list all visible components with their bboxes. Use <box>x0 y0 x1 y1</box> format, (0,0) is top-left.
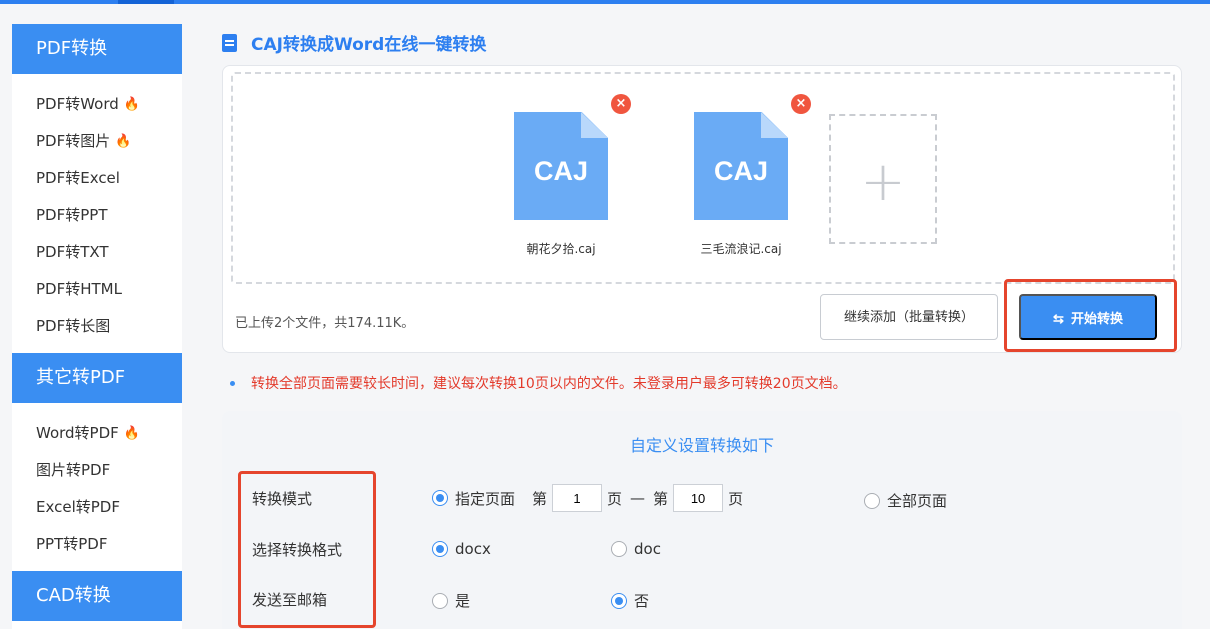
highlight-settings-labels-box <box>238 471 376 628</box>
sidebar-item-pdf-to-ppt[interactable]: PDF转PPT <box>36 197 182 234</box>
fire-icon: 🔥 <box>115 134 132 149</box>
file-fold-icon <box>761 112 788 138</box>
file-type-label: CAJ <box>533 156 588 186</box>
format-doc-option[interactable]: doc <box>611 540 661 558</box>
top-nav-bar <box>0 0 1210 4</box>
file-name: 朝花夕拾.caj <box>526 242 596 256</box>
email-no-option[interactable]: 否 <box>611 590 649 611</box>
sidebar-item-label: PDF转Excel <box>36 169 120 187</box>
radio-all-pages[interactable] <box>864 492 880 509</box>
settings-title: 自定义设置转换如下 <box>629 436 774 455</box>
sidebar-item-word-to-pdf[interactable]: Word转PDF 🔥 <box>36 415 182 452</box>
radio-label: doc <box>634 540 661 558</box>
sidebar-list-pdf-convert: PDF转Word 🔥 PDF转图片 🔥 PDF转Excel PDF转PPT PDF转… <box>12 74 182 353</box>
sidebar-item-label: Excel转PDF <box>36 498 120 516</box>
radio-label: 是 <box>455 592 471 610</box>
remove-file-icon[interactable]: × <box>791 94 811 114</box>
radio-email-no[interactable] <box>611 592 627 609</box>
remove-file-icon[interactable]: × <box>611 94 631 114</box>
format-docx-option[interactable]: docx <box>432 540 491 558</box>
sidebar-item-pdf-to-excel[interactable]: PDF转Excel <box>36 160 182 197</box>
file-type-label: CAJ <box>713 156 768 186</box>
from-page-prefix: 第 <box>532 489 548 508</box>
radio-label: 全部页面 <box>887 492 948 510</box>
to-page-input[interactable] <box>673 484 724 512</box>
sidebar-section-pdf-convert[interactable]: PDF转换 <box>12 24 182 74</box>
sidebar-section-other-to-pdf[interactable]: 其它转PDF <box>12 353 182 403</box>
upload-summary: 已上传2个文件，共174.11K。 <box>235 316 415 331</box>
sidebar-item-pdf-to-html[interactable]: PDF转HTML <box>36 271 182 308</box>
sidebar-item-pdf-to-word[interactable]: PDF转Word 🔥 <box>36 86 182 123</box>
page-title-text: CAJ转换成Word在线一键转换 <box>251 35 487 55</box>
sidebar-item-label: PDF转长图 <box>36 317 111 335</box>
sidebar-item-label: PDF转TXT <box>36 243 109 261</box>
sidebar-item-label: Word转PDF <box>36 424 119 442</box>
notice-text: 转换全部页面需要较长时间，建议每次转换10页以内的文件。未登录用户最多可转换20… <box>251 376 847 392</box>
fire-icon: 🔥 <box>123 97 140 112</box>
to-page-suffix: 页 <box>728 489 744 508</box>
caj-file-icon: CAJ <box>514 112 608 220</box>
add-file-button[interactable]: + <box>829 114 937 244</box>
radio-label: docx <box>455 540 491 558</box>
file-dropzone[interactable]: CAJ × 朝花夕拾.caj CAJ × 三毛流浪记.caj + <box>231 72 1175 284</box>
fire-icon: 🔥 <box>123 426 140 441</box>
mode-specified-option[interactable]: 指定页面 第 页 — 第 页 <box>432 484 743 512</box>
sidebar-item-label: PDF转图片 <box>36 132 111 150</box>
radio-doc[interactable] <box>611 541 627 557</box>
conversion-notice: 转换全部页面需要较长时间，建议每次转换10页以内的文件。未登录用户最多可转换20… <box>230 373 847 393</box>
sidebar-item-image-to-pdf[interactable]: 图片转PDF <box>36 452 182 489</box>
sidebar-item-ppt-to-pdf[interactable]: PPT转PDF <box>36 526 182 563</box>
sidebar-item-pdf-to-txt[interactable]: PDF转TXT <box>36 234 182 271</box>
sidebar-item-excel-to-pdf[interactable]: Excel转PDF <box>36 489 182 526</box>
uploaded-file-1[interactable]: CAJ × 朝花夕拾.caj <box>501 94 631 257</box>
radio-email-yes[interactable] <box>432 592 448 609</box>
sidebar-item-label: PDF转Word <box>36 95 119 113</box>
to-page-prefix: 第 <box>653 489 669 508</box>
sidebar-list-other-to-pdf: Word转PDF 🔥 图片转PDF Excel转PDF PPT转PDF <box>12 403 182 571</box>
file-name: 三毛流浪记.caj <box>700 242 782 256</box>
from-page-input[interactable] <box>552 484 603 512</box>
caj-file-icon: CAJ <box>694 112 788 220</box>
email-yes-option[interactable]: 是 <box>432 590 470 611</box>
continue-add-button[interactable]: 继续添加（批量转换） <box>820 294 998 340</box>
file-fold-icon <box>581 112 608 138</box>
sidebar-item-label: PPT转PDF <box>36 535 108 553</box>
radio-label: 否 <box>634 592 650 610</box>
document-icon <box>222 33 237 52</box>
page-title: CAJ转换成Word在线一键转换 <box>222 30 486 55</box>
sidebar-item-label: PDF转HTML <box>36 280 122 298</box>
sidebar-item-pdf-to-image[interactable]: PDF转图片 🔥 <box>36 123 182 160</box>
sidebar-item-label: PDF转PPT <box>36 206 108 224</box>
radio-specified-pages[interactable] <box>432 490 448 506</box>
sidebar-item-label: 图片转PDF <box>36 461 111 479</box>
highlight-start-button-box <box>1004 279 1177 352</box>
top-nav-active-indicator <box>118 0 174 4</box>
sidebar: PDF转换 PDF转Word 🔥 PDF转图片 🔥 PDF转Excel PDF转PP… <box>12 24 182 629</box>
radio-docx[interactable] <box>432 541 448 557</box>
mode-all-option[interactable]: 全部页面 <box>864 490 947 511</box>
sidebar-section-cad-convert[interactable]: CAD转换 <box>12 571 182 621</box>
range-dash: — <box>630 489 646 507</box>
radio-label: 指定页面 <box>455 489 516 508</box>
from-page-suffix: 页 <box>607 489 623 508</box>
sidebar-item-pdf-to-long-image[interactable]: PDF转长图 <box>36 308 182 345</box>
uploaded-file-2[interactable]: CAJ × 三毛流浪记.caj <box>681 94 811 257</box>
plus-icon: + <box>860 150 906 213</box>
